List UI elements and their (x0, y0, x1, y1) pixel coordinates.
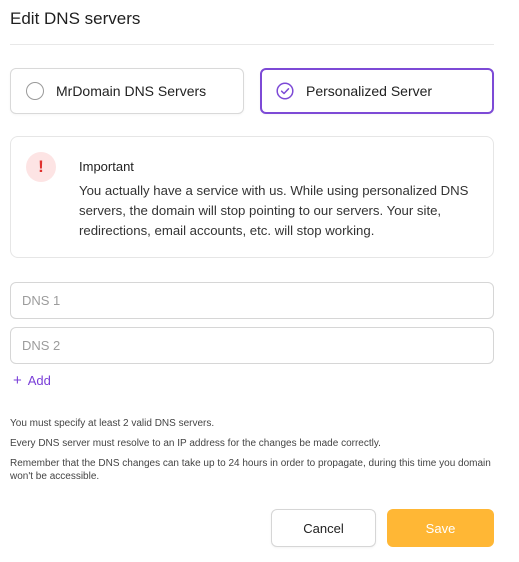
add-label: Add (27, 373, 51, 388)
dns-2-input[interactable] (10, 327, 494, 364)
help-text-propagation: Remember that the DNS changes can take u… (10, 458, 491, 482)
radio-checked-icon[interactable] (276, 82, 294, 100)
exclamation-icon: ! (26, 152, 56, 182)
plus-icon: + (13, 372, 22, 389)
notice-title: Important (79, 159, 134, 174)
cancel-button[interactable]: Cancel (271, 509, 376, 547)
important-notice: ! Important You actually have a service … (10, 136, 494, 258)
add-dns-link[interactable]: + Add (13, 373, 51, 388)
help-text-min-servers: You must specify at least 2 valid DNS se… (10, 418, 215, 429)
radio-unchecked-icon[interactable] (26, 82, 44, 100)
option-mrdomain-dns[interactable]: MrDomain DNS Servers (10, 68, 244, 114)
save-button[interactable]: Save (387, 509, 494, 547)
option-personalized-server[interactable]: Personalized Server (260, 68, 494, 114)
help-text-resolve: Every DNS server must resolve to an IP a… (10, 438, 381, 449)
option-label: Personalized Server (306, 83, 433, 99)
header-divider (10, 44, 494, 45)
dns-1-input[interactable] (10, 282, 494, 319)
edit-dns-dialog: Edit DNS servers MrDomain DNS Servers Pe… (0, 0, 519, 562)
dialog-title: Edit DNS servers (10, 9, 141, 28)
notice-body: You actually have a service with us. Whi… (79, 183, 469, 238)
option-label: MrDomain DNS Servers (56, 83, 207, 99)
